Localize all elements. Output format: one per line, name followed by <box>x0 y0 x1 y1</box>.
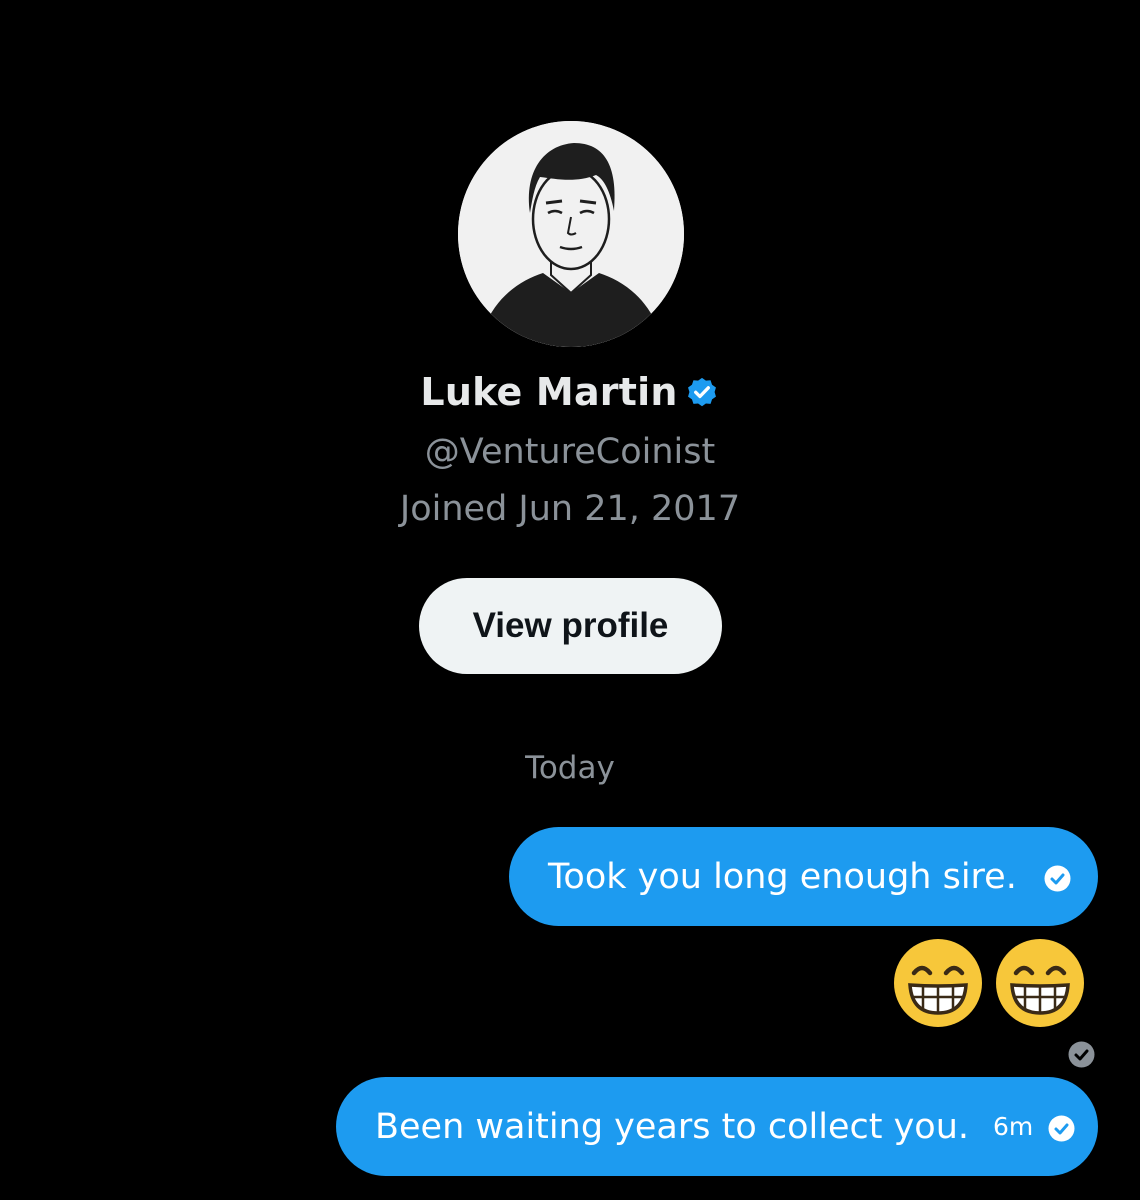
date-separator: Today <box>525 750 615 786</box>
avatar[interactable] <box>458 121 684 347</box>
verified-badge-icon <box>684 374 720 410</box>
message-timestamp: 6m <box>993 1112 1034 1141</box>
message-text: Been waiting years to collect you. <box>375 1106 970 1147</box>
profile-handle: @VentureCoinist <box>424 432 716 472</box>
message-text: Took you long enough sire. <box>548 856 1017 897</box>
grinning-face-emoji-icon <box>994 937 1086 1029</box>
view-profile-button[interactable]: View profile <box>419 578 722 674</box>
profile-joined-date: Joined Jun 21, 2017 <box>399 489 741 529</box>
sent-check-icon <box>1043 862 1072 892</box>
message-bubble[interactable]: Been waiting years to collect you. 6m <box>336 1077 1098 1176</box>
profile-name: Luke Martin <box>420 370 678 414</box>
sent-check-icon <box>1047 1112 1076 1142</box>
profile-name-row: Luke Martin <box>0 370 1140 414</box>
avatar-illustration <box>458 121 684 347</box>
sent-check-icon <box>1067 1040 1096 1069</box>
message-bubble[interactable]: Took you long enough sire. <box>509 827 1098 926</box>
grinning-face-emoji-icon <box>892 937 984 1029</box>
emoji-message[interactable] <box>892 937 1086 1029</box>
